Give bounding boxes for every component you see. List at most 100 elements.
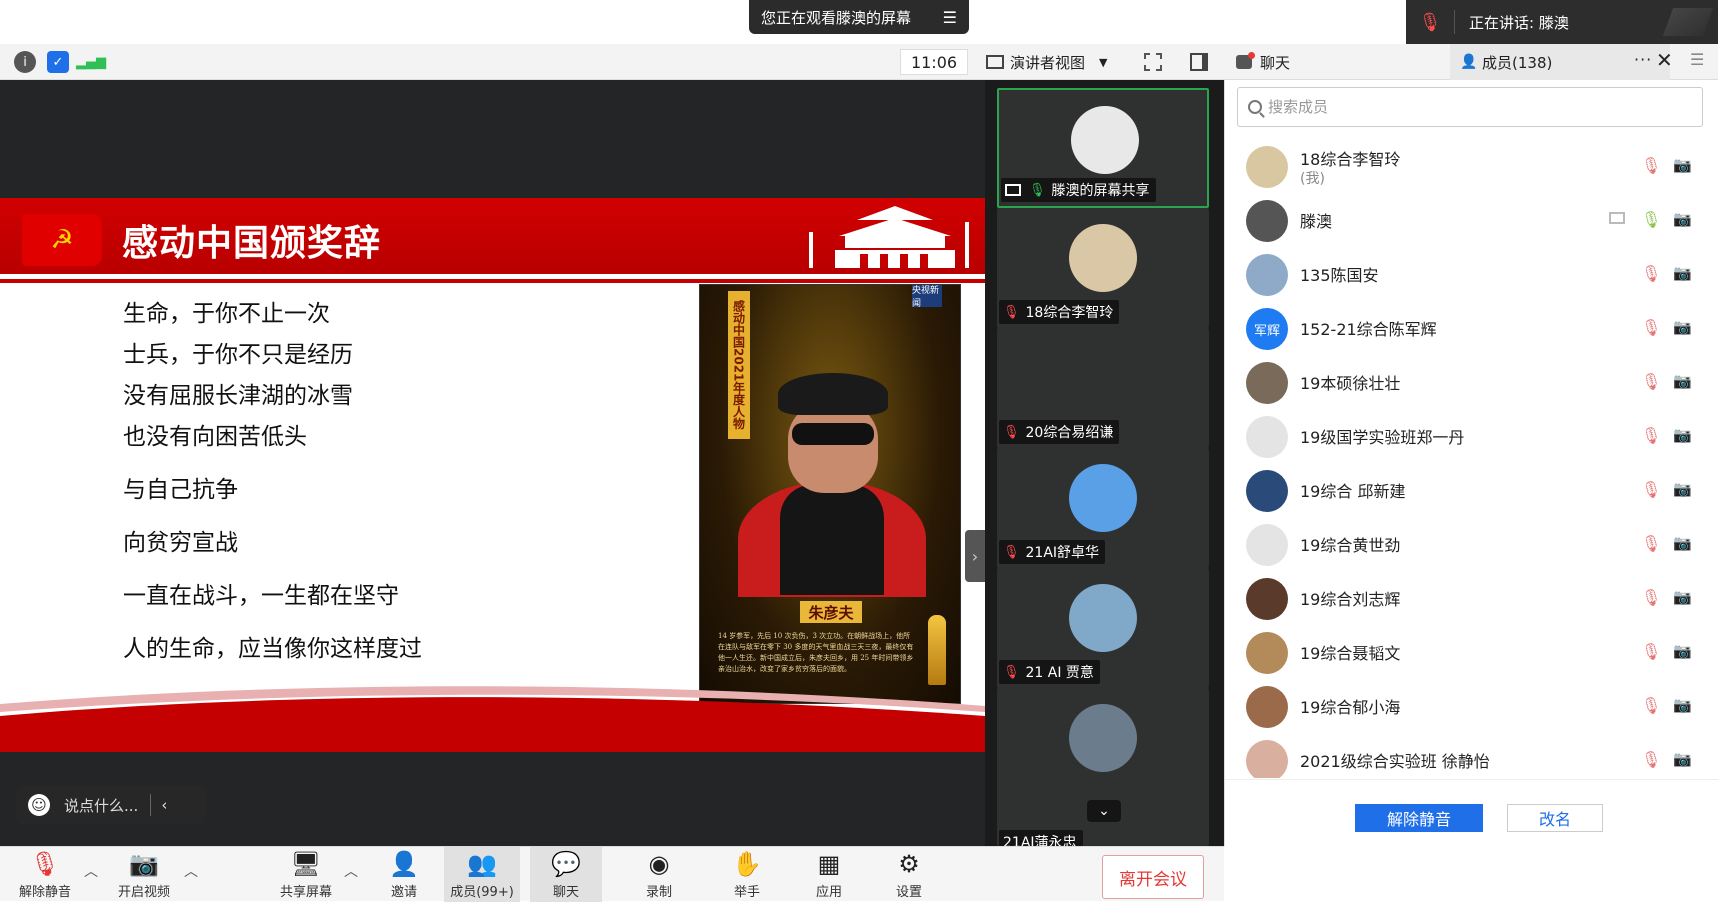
close-icon[interactable]: ✕ xyxy=(1656,48,1673,72)
member-name: 135陈国安 xyxy=(1300,266,1379,285)
share-screen-button[interactable]: 🖥 共享屏幕 xyxy=(270,847,342,902)
camera-off-icon[interactable]: 📷 xyxy=(1673,372,1692,390)
unmute-all-button[interactable]: 解除静音 xyxy=(1355,804,1483,832)
member-avatar xyxy=(1246,686,1288,728)
poem-line: 也没有向困苦低头 xyxy=(123,424,307,450)
video-tile[interactable]: 🎙 滕澳的屏幕共享 xyxy=(997,88,1209,208)
raise-hand-button[interactable]: ✋ 举手 xyxy=(722,847,772,902)
more-options-icon[interactable]: ··· xyxy=(1634,50,1652,69)
collapse-strip-button[interactable]: › xyxy=(965,530,985,582)
member-row[interactable]: 18综合李智玲 (我) 🎙 📷 xyxy=(1225,138,1718,196)
comment-placeholder: 说点什么... xyxy=(64,796,139,815)
member-row[interactable]: 19综合聂韬文 🎙 📷 xyxy=(1225,624,1718,682)
member-avatar xyxy=(1246,524,1288,566)
camera-off-icon[interactable]: 📷 xyxy=(1673,264,1692,282)
member-row[interactable]: 135陈国安 🎙 📷 xyxy=(1225,246,1718,304)
muted-mic-icon[interactable]: 🎙 xyxy=(1641,534,1661,553)
participant-avatar xyxy=(1069,584,1137,652)
info-icon[interactable]: i xyxy=(14,51,36,73)
signal-strength-icon[interactable]: ▂▄▆ xyxy=(76,51,106,73)
portrait-hat xyxy=(778,373,888,415)
camera-off-icon[interactable]: 📷 xyxy=(1673,210,1692,228)
unmute-button[interactable]: 🎙 解除静音 xyxy=(14,847,76,902)
leave-meeting-button[interactable]: 离开会议 xyxy=(1102,855,1204,899)
muted-mic-icon[interactable]: 🎙 xyxy=(1641,264,1661,283)
sidebar-layout-icon[interactable] xyxy=(1190,53,1208,71)
camera-off-icon[interactable]: 📷 xyxy=(1673,156,1692,174)
chevron-down-icon: ▼ xyxy=(1099,55,1108,69)
video-tile[interactable]: 🎙 18综合李智玲 xyxy=(997,208,1209,328)
member-avatar xyxy=(1246,200,1288,242)
panel-menu-icon[interactable]: ☰ xyxy=(1690,50,1704,69)
start-video-button[interactable]: 📷 开启视频 xyxy=(108,847,180,902)
settings-button[interactable]: ⚙ 设置 xyxy=(884,847,934,902)
mic-on-icon[interactable]: 🎙 xyxy=(1641,210,1661,229)
camera-off-icon[interactable]: 📷 xyxy=(1673,426,1692,444)
fullscreen-icon[interactable] xyxy=(1144,53,1162,71)
apps-button[interactable]: ▦ 应用 xyxy=(804,847,854,902)
camera-off-icon[interactable]: 📷 xyxy=(1673,534,1692,552)
chat-button[interactable]: 💬 聊天 xyxy=(530,847,602,902)
muted-mic-icon[interactable]: 🎙 xyxy=(1641,318,1661,337)
member-row[interactable]: 19综合黄世劲 🎙 📷 xyxy=(1225,516,1718,574)
muted-mic-icon: 🎙 xyxy=(1003,424,1020,440)
video-tile[interactable]: 🎙 21 AI 贾意 xyxy=(997,568,1209,688)
chevron-up-icon[interactable]: ︿ xyxy=(184,861,198,881)
camera-off-icon[interactable]: 📷 xyxy=(1673,642,1692,660)
video-tile[interactable]: 🎙 20综合易绍谦 xyxy=(997,328,1209,448)
muted-mic-icon[interactable]: 🎙 xyxy=(1641,426,1661,445)
chevron-up-icon[interactable]: ︿ xyxy=(84,861,98,881)
member-row[interactable]: 19级国学实验班郑一丹 🎙 📷 xyxy=(1225,408,1718,466)
member-row[interactable]: 19本硕徐壮壮 🎙 📷 xyxy=(1225,354,1718,412)
banner-menu-icon[interactable]: ☰ xyxy=(943,8,957,27)
chevron-left-icon[interactable]: ‹ xyxy=(161,796,167,814)
member-row[interactable]: 滕澳 🎙 📷 xyxy=(1225,192,1718,250)
camera-off-icon[interactable]: 📷 xyxy=(1673,750,1692,768)
rename-button[interactable]: 改名 xyxy=(1507,804,1603,832)
trophy-icon xyxy=(928,615,946,685)
member-avatar xyxy=(1246,740,1288,778)
viewing-banner[interactable]: 您正在观看滕澳的屏幕 ☰ xyxy=(749,0,969,34)
members-label: 成员(99+) xyxy=(450,885,514,900)
member-row[interactable]: 19综合刘志辉 🎙 📷 xyxy=(1225,570,1718,628)
mic-on-icon: 🎙 xyxy=(1029,182,1046,198)
member-row[interactable]: 军辉 152-21综合陈军辉 🎙 📷 xyxy=(1225,300,1718,358)
muted-mic-icon[interactable]: 🎙 xyxy=(1641,588,1661,607)
presenter-view-label: 演讲者视图 xyxy=(1010,53,1086,72)
invite-button[interactable]: 👤 邀请 xyxy=(380,847,428,902)
tile-name: 20综合易绍谦 xyxy=(1025,425,1114,441)
comment-input[interactable]: ☺ 说点什么... ‹ xyxy=(16,786,206,824)
video-tile[interactable]: 🎙 21AI舒卓华 xyxy=(997,448,1209,568)
app-logo-icon xyxy=(1662,8,1714,36)
participant-avatar xyxy=(1069,224,1137,292)
camera-off-icon[interactable]: 📷 xyxy=(1673,588,1692,606)
member-search[interactable] xyxy=(1237,87,1703,127)
muted-mic-icon[interactable]: 🎙 xyxy=(1641,696,1661,715)
chat-label: 聊天 xyxy=(552,885,579,900)
camera-off-icon[interactable]: 📷 xyxy=(1673,318,1692,336)
camera-off-icon[interactable]: 📷 xyxy=(1673,480,1692,498)
muted-mic-icon[interactable]: 🎙 xyxy=(1641,642,1661,661)
presenter-view-dropdown[interactable]: 演讲者视图 ▼ xyxy=(986,49,1128,75)
poster-name: 朱彦夫 xyxy=(800,601,862,623)
camera-off-icon[interactable]: 📷 xyxy=(1673,696,1692,714)
screen-share-icon xyxy=(1609,212,1625,224)
video-tile[interactable]: 21AI蒲永忠 xyxy=(997,688,1209,846)
muted-mic-icon[interactable]: 🎙 xyxy=(1641,156,1661,175)
record-button[interactable]: ◉ 录制 xyxy=(634,847,684,902)
muted-mic-icon[interactable]: 🎙 xyxy=(1641,750,1661,769)
video-tile-label: 🎙 21 AI 贾意 xyxy=(999,660,1100,684)
emoji-icon[interactable]: ☺ xyxy=(28,794,50,816)
member-row[interactable]: 19综合 邱新建 🎙 📷 xyxy=(1225,462,1718,520)
search-input[interactable] xyxy=(1268,98,1668,116)
video-tile-label: 🎙 21AI舒卓华 xyxy=(999,540,1106,564)
muted-mic-icon[interactable]: 🎙 xyxy=(1641,480,1661,499)
member-row[interactable]: 19综合郁小海 🎙 📷 xyxy=(1225,678,1718,736)
member-row[interactable]: 2021级综合实验班 徐静怡 🎙 📷 xyxy=(1225,732,1718,778)
chevron-down-icon[interactable]: ⌄ xyxy=(1087,800,1121,822)
muted-mic-icon[interactable]: 🎙 xyxy=(1641,372,1661,391)
tab-chat[interactable]: 聊天 xyxy=(1224,44,1450,80)
members-button[interactable]: 👥 成员(99+) xyxy=(444,847,520,902)
chevron-up-icon[interactable]: ︿ xyxy=(344,861,358,881)
security-shield-icon[interactable]: ✓ xyxy=(47,51,69,73)
